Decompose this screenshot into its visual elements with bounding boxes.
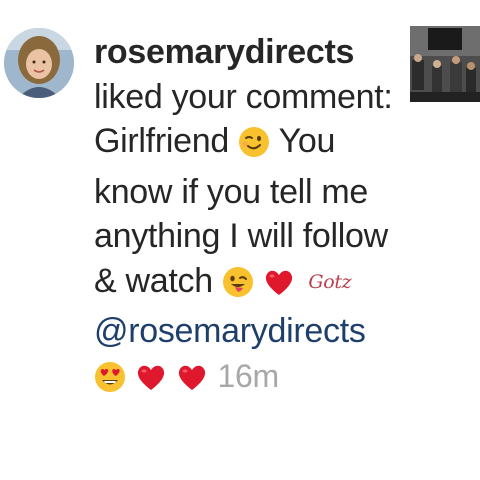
notification-screen: rosemarydirects liked your comment: Girl… — [0, 0, 480, 480]
smiling-face-with-heart-eyes-icon — [94, 360, 126, 405]
mention-link[interactable]: @rosemarydirects — [94, 312, 366, 350]
red-heart-icon — [263, 265, 295, 310]
winking-face-with-tongue-icon — [222, 265, 254, 310]
comment-text-start: Girlfriend — [94, 122, 229, 160]
post-thumbnail[interactable] — [410, 26, 480, 102]
notification-text: rosemarydirects liked your comment: Girl… — [94, 30, 394, 404]
signature-watermark: Gotz — [308, 270, 352, 293]
red-heart-icon — [135, 360, 167, 405]
username-link[interactable]: rosemarydirects — [94, 33, 354, 71]
red-heart-icon — [176, 360, 208, 405]
timestamp: 16m — [217, 357, 279, 394]
winking-face-icon — [238, 125, 270, 170]
profile-avatar[interactable] — [4, 28, 74, 98]
action-text: liked your comment: — [94, 77, 393, 116]
